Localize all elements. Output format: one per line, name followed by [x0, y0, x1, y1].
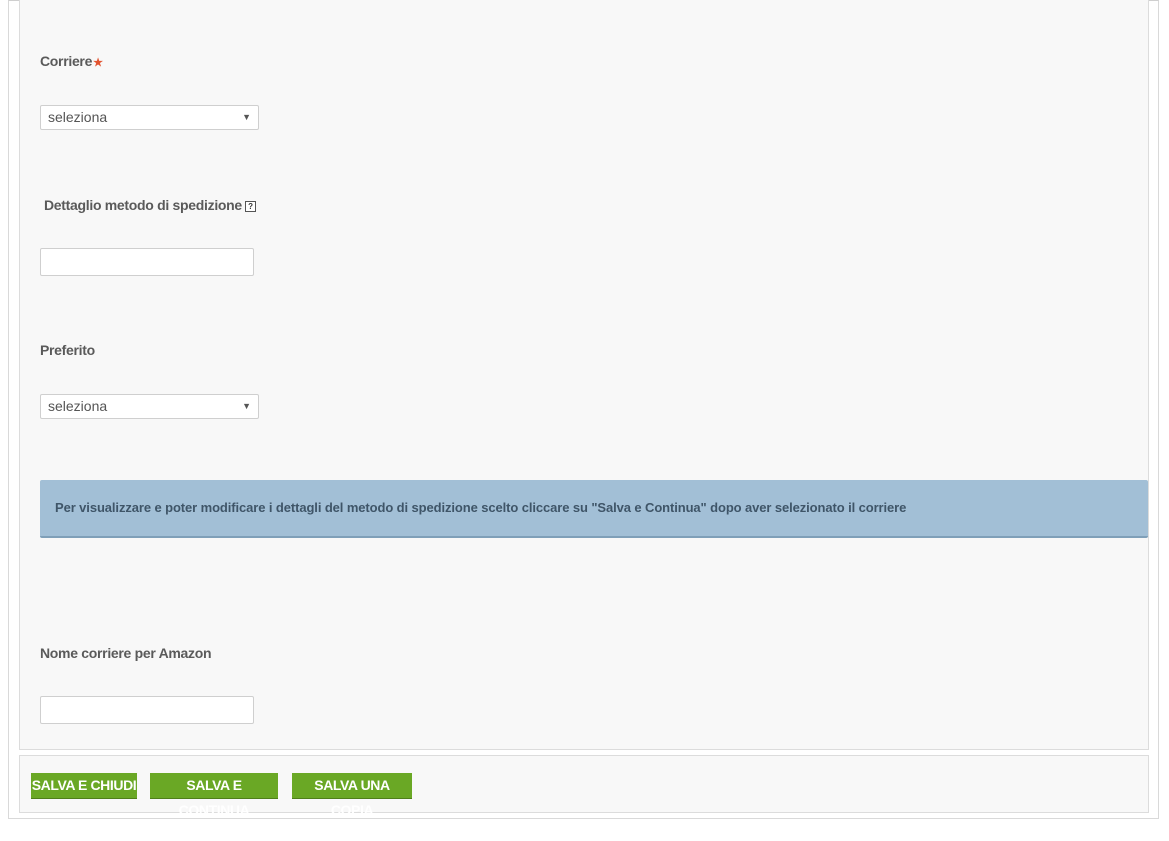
amazon-carrier-input[interactable]: [40, 696, 254, 724]
chevron-down-icon: ▼: [242, 401, 251, 411]
amazon-carrier-label: Nome corriere per Amazon: [40, 645, 212, 661]
corriere-select-value: seleziona: [48, 109, 108, 125]
save-and-continue-button[interactable]: SALVA E CONTINUA: [150, 773, 278, 818]
corriere-label: Corriere★: [40, 53, 103, 69]
save-and-close-button[interactable]: SALVA E CHIUDI: [31, 773, 137, 798]
corriere-label-text: Corriere: [40, 53, 93, 69]
dettaglio-label: Dettaglio metodo di spedizione?: [44, 197, 256, 213]
dettaglio-label-text: Dettaglio metodo di spedizione: [44, 197, 242, 213]
preferito-select[interactable]: seleziona ▼: [40, 394, 259, 419]
info-box: Per visualizzare e poter modificare i de…: [40, 480, 1148, 538]
dettaglio-input[interactable]: [40, 248, 254, 276]
help-icon[interactable]: ?: [244, 200, 256, 212]
corriere-select[interactable]: seleziona ▼: [40, 105, 259, 130]
chevron-down-icon: ▼: [242, 112, 251, 122]
save-copy-button[interactable]: SALVA UNA COPIA: [292, 773, 412, 818]
info-message: Per visualizzare e poter modificare i de…: [55, 500, 907, 515]
preferito-label: Preferito: [40, 342, 95, 358]
required-star-icon: ★: [93, 57, 103, 69]
preferito-select-value: seleziona: [48, 398, 108, 414]
